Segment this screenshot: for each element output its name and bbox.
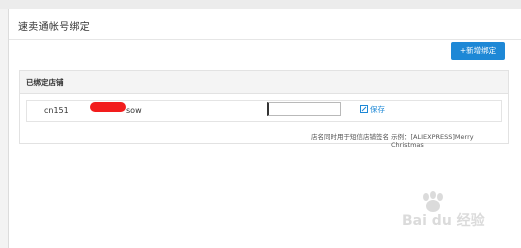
page-title: 速卖通帐号绑定: [18, 22, 91, 33]
example-hint: 示例：[ALIEXPRESS]Merry Christmas: [391, 133, 474, 149]
section-title: 已绑定店铺: [26, 78, 64, 87]
usage-hint: 店名同时用于短信店铺签名: [311, 133, 389, 141]
section-header: 已绑定店铺: [20, 71, 508, 94]
baidu-watermark: Bai du 经验: [390, 191, 514, 237]
account-name-suffix: sow: [126, 106, 142, 115]
save-link[interactable]: 保存: [360, 104, 385, 115]
add-binding-button[interactable]: +新增绑定: [451, 42, 505, 60]
top-strip: [0, 0, 521, 9]
bound-shop-row: cn151 sow 保存: [26, 100, 502, 122]
watermark-text: Bai du 经验: [402, 213, 485, 229]
bound-shops-section: 已绑定店铺 cn151 sow 保存 店名同时用于短信店铺签名 示例：[ALIE…: [19, 70, 509, 149]
redaction-mark: [90, 102, 126, 112]
edit-icon: [360, 105, 368, 113]
shop-signature-input[interactable]: [267, 102, 341, 116]
title-divider: [9, 39, 521, 40]
account-name-prefix: cn151: [44, 106, 69, 115]
save-label: 保存: [370, 105, 385, 114]
